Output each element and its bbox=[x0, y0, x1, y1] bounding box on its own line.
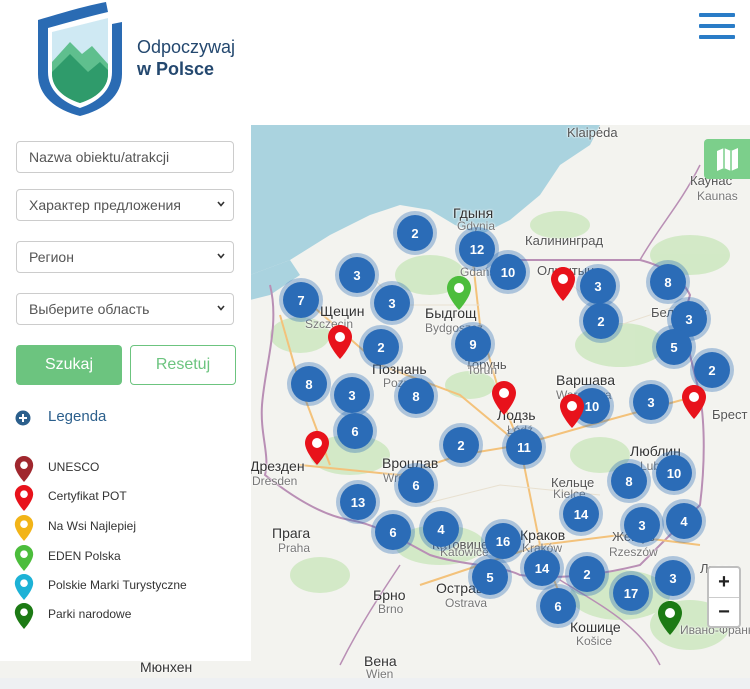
zoom-in-button[interactable]: + bbox=[709, 568, 739, 598]
map-cluster[interactable]: 10 bbox=[656, 455, 692, 491]
offer-type-select-value: Характер предложения bbox=[29, 197, 181, 213]
map-cluster[interactable]: 8 bbox=[398, 378, 434, 414]
map-pin-icon[interactable] bbox=[447, 276, 471, 310]
map-cluster[interactable]: 5 bbox=[656, 329, 692, 365]
map-pin-icon[interactable] bbox=[560, 394, 584, 428]
map-pin-icon bbox=[14, 545, 34, 571]
map-cluster[interactable]: 8 bbox=[650, 264, 686, 300]
zoom-out-button[interactable]: − bbox=[709, 598, 739, 626]
map-layers-button[interactable] bbox=[704, 139, 750, 179]
map-pin-icon bbox=[14, 456, 34, 482]
search-panel: Nazwa obiektu/atrakcji Характер предложе… bbox=[0, 125, 251, 661]
map-cluster[interactable]: 2 bbox=[583, 303, 619, 339]
map-cluster[interactable]: 2 bbox=[397, 215, 433, 251]
map-cluster[interactable]: 11 bbox=[506, 429, 542, 465]
map-cluster[interactable]: 5 bbox=[472, 559, 508, 595]
brand-line-1: Odpoczywaj bbox=[137, 37, 236, 57]
map-pin-icon[interactable] bbox=[328, 325, 352, 359]
map-cluster[interactable]: 2 bbox=[363, 329, 399, 365]
region-select-value: Регион bbox=[29, 249, 74, 265]
offer-type-select[interactable]: Характер предложения bbox=[16, 189, 234, 221]
map-cluster[interactable]: 14 bbox=[524, 550, 560, 586]
map-cluster[interactable]: 2 bbox=[569, 556, 605, 592]
map-cluster[interactable]: 6 bbox=[337, 413, 373, 449]
plus-circle-icon[interactable] bbox=[15, 410, 31, 426]
legend-item-label: EDEN Polska bbox=[48, 549, 121, 563]
map-cluster[interactable]: 6 bbox=[540, 588, 576, 624]
map-pin-icon bbox=[14, 574, 34, 600]
map-cluster[interactable]: 8 bbox=[291, 366, 327, 402]
map-cluster[interactable]: 3 bbox=[374, 285, 410, 321]
map-cluster[interactable]: 13 bbox=[340, 484, 376, 520]
map-cluster[interactable]: 7 bbox=[283, 282, 319, 318]
site-header: Odpoczywaj w Polsce bbox=[0, 0, 750, 125]
map-cluster[interactable]: 4 bbox=[423, 511, 459, 547]
legend-item-label: Parki narodowe bbox=[48, 607, 132, 621]
map-pin-icon[interactable] bbox=[492, 381, 516, 415]
map-pin-icon bbox=[14, 515, 34, 541]
legend-item-label: UNESCO bbox=[48, 460, 100, 474]
map-cluster[interactable]: 2 bbox=[694, 352, 730, 388]
map-pin-icon bbox=[14, 603, 34, 629]
map-pin-icon[interactable] bbox=[658, 601, 682, 635]
map-cluster[interactable]: 6 bbox=[375, 514, 411, 550]
search-button[interactable]: Szukaj bbox=[16, 345, 122, 385]
brand-line-2: w Polsce bbox=[137, 59, 215, 79]
region-select[interactable]: Регион bbox=[16, 241, 234, 273]
legend-item-label: Na Wsi Najlepiej bbox=[48, 519, 137, 533]
map-pin-icon bbox=[14, 485, 34, 511]
map-pin-icon[interactable] bbox=[305, 431, 329, 465]
map-cluster[interactable]: 8 bbox=[611, 463, 647, 499]
map-cluster[interactable]: 3 bbox=[580, 268, 616, 304]
area-select-value: Выберите область bbox=[29, 301, 150, 317]
map-cluster[interactable]: 3 bbox=[339, 257, 375, 293]
map-cluster[interactable]: 16 bbox=[485, 523, 521, 559]
map-cluster[interactable]: 12 bbox=[459, 231, 495, 267]
name-search-input[interactable]: Nazwa obiektu/atrakcji bbox=[16, 141, 234, 173]
map-cluster[interactable]: 10 bbox=[490, 254, 526, 290]
map-pin-icon[interactable] bbox=[682, 385, 706, 419]
page-footer-strip bbox=[0, 678, 750, 689]
map-icon bbox=[717, 148, 738, 171]
map-cluster[interactable]: 3 bbox=[655, 560, 691, 596]
legend-title[interactable]: Legenda bbox=[48, 408, 106, 425]
map-cluster[interactable]: 4 bbox=[666, 503, 702, 539]
zoom-control: + − bbox=[707, 566, 741, 628]
map-cluster[interactable]: 3 bbox=[334, 377, 370, 413]
map-cluster[interactable]: 3 bbox=[633, 384, 669, 420]
map-cluster[interactable]: 2 bbox=[443, 427, 479, 463]
hamburger-icon[interactable] bbox=[699, 13, 735, 41]
legend-item-label: Polskie Marki Turystyczne bbox=[48, 578, 187, 592]
area-select[interactable]: Выберите область bbox=[16, 293, 234, 325]
chevron-down-icon bbox=[217, 201, 225, 207]
chevron-down-icon bbox=[217, 253, 225, 259]
brand-name: Odpoczywaj w Polsce bbox=[137, 36, 235, 80]
site-logo[interactable] bbox=[30, 2, 130, 116]
map-cluster[interactable]: 17 bbox=[613, 575, 649, 611]
map-cluster[interactable]: 14 bbox=[563, 496, 599, 532]
map-cluster[interactable]: 9 bbox=[455, 326, 491, 362]
map-cluster[interactable]: 3 bbox=[624, 507, 660, 543]
map-cluster[interactable]: 6 bbox=[398, 467, 434, 503]
map-pin-icon[interactable] bbox=[551, 267, 575, 301]
legend-item-label: Certyfikat POT bbox=[48, 489, 127, 503]
chevron-down-icon bbox=[217, 305, 225, 311]
reset-button[interactable]: Resetuj bbox=[130, 345, 236, 385]
